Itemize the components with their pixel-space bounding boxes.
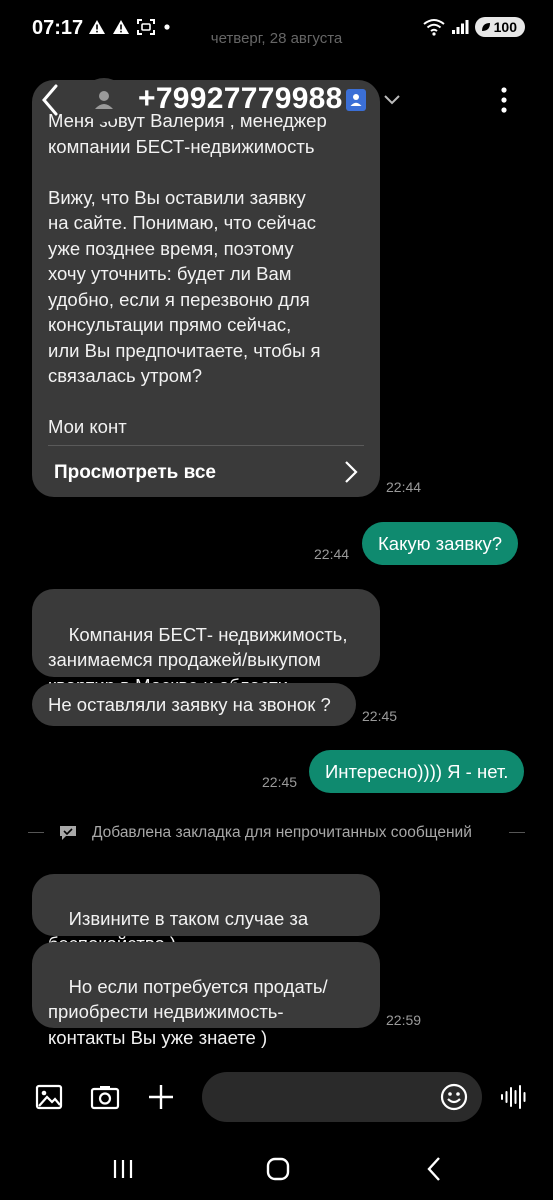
back-icon[interactable] <box>38 82 62 118</box>
message-bubble-incoming[interactable]: Меня зовут Валерия , менеджер компании Б… <box>32 80 380 497</box>
unread-bookmark-notice: Добавлена закладка для непрочитанных соо… <box>28 822 525 844</box>
message-text: Какую заявку? <box>378 533 503 554</box>
home-icon[interactable] <box>263 1154 293 1184</box>
message-text: Меня зовут Валерия , менеджер компании Б… <box>48 110 327 437</box>
message-time: 22:44 <box>386 479 422 495</box>
gallery-icon[interactable] <box>34 1082 64 1112</box>
message-bubble-incoming[interactable]: Но если потребуется продать/ приобрести … <box>32 942 380 1048</box>
message-time: 22:59 <box>386 1012 422 1028</box>
message-bubble-outgoing[interactable]: Интересно)))) Я - нет. <box>309 750 525 793</box>
message-bubble-outgoing[interactable]: Какую заявку? <box>362 522 519 565</box>
message-bubble-incoming[interactable]: Извините в таком случае за беспокойство … <box>32 874 380 954</box>
system-navigation-bar <box>0 1140 553 1200</box>
message-time: 22:44 <box>314 546 350 562</box>
message-time: 22:45 <box>262 774 298 790</box>
voice-icon[interactable] <box>499 1082 529 1112</box>
message-text: Интересно)))) Я - нет. <box>325 761 509 782</box>
avatar[interactable] <box>82 78 126 122</box>
bookmark-message-icon <box>60 826 76 840</box>
date-separator: четверг, 28 августа <box>210 30 343 47</box>
divider <box>509 832 525 833</box>
message-text: Но если потребуется продать/ приобрести … <box>48 975 328 1048</box>
avatar-icon <box>95 91 113 109</box>
plus-icon[interactable] <box>146 1082 176 1112</box>
chevron-down-icon[interactable] <box>380 87 404 111</box>
view-all-label: Просмотреть все <box>54 462 216 483</box>
conversation-screen: 07:17 100 четверг, 28 августа Меня зовут… <box>0 0 553 1200</box>
conversation-header: +79927779988 <box>28 72 376 128</box>
bookmark-text: Добавлена закладка для непрочитанных соо… <box>92 824 472 841</box>
chevron-right-icon <box>345 461 358 483</box>
compose-bar <box>0 1070 553 1124</box>
message-input-field[interactable] <box>202 1072 482 1122</box>
message-bubble-incoming[interactable]: Не оставляли заявку на звонок ? <box>32 683 356 726</box>
contact-card-icon[interactable] <box>346 89 366 111</box>
more-vertical-icon[interactable] <box>492 84 516 116</box>
back-nav-icon[interactable] <box>420 1154 450 1184</box>
contact-name[interactable]: +79927779988 <box>138 82 343 116</box>
message-time: 22:45 <box>362 708 398 724</box>
message-input[interactable] <box>220 1084 430 1110</box>
message-text: Не оставляли заявку на звонок ? <box>48 694 331 715</box>
message-bubble-incoming[interactable]: Компания БЕСТ- недвижимость, занимаемся … <box>32 589 380 696</box>
recents-icon[interactable] <box>108 1154 138 1184</box>
camera-icon[interactable] <box>90 1082 120 1112</box>
emoji-icon[interactable] <box>440 1083 468 1111</box>
divider <box>28 832 44 833</box>
view-all-button[interactable]: Просмотреть все <box>32 446 380 497</box>
person-glyph-icon <box>350 94 362 106</box>
